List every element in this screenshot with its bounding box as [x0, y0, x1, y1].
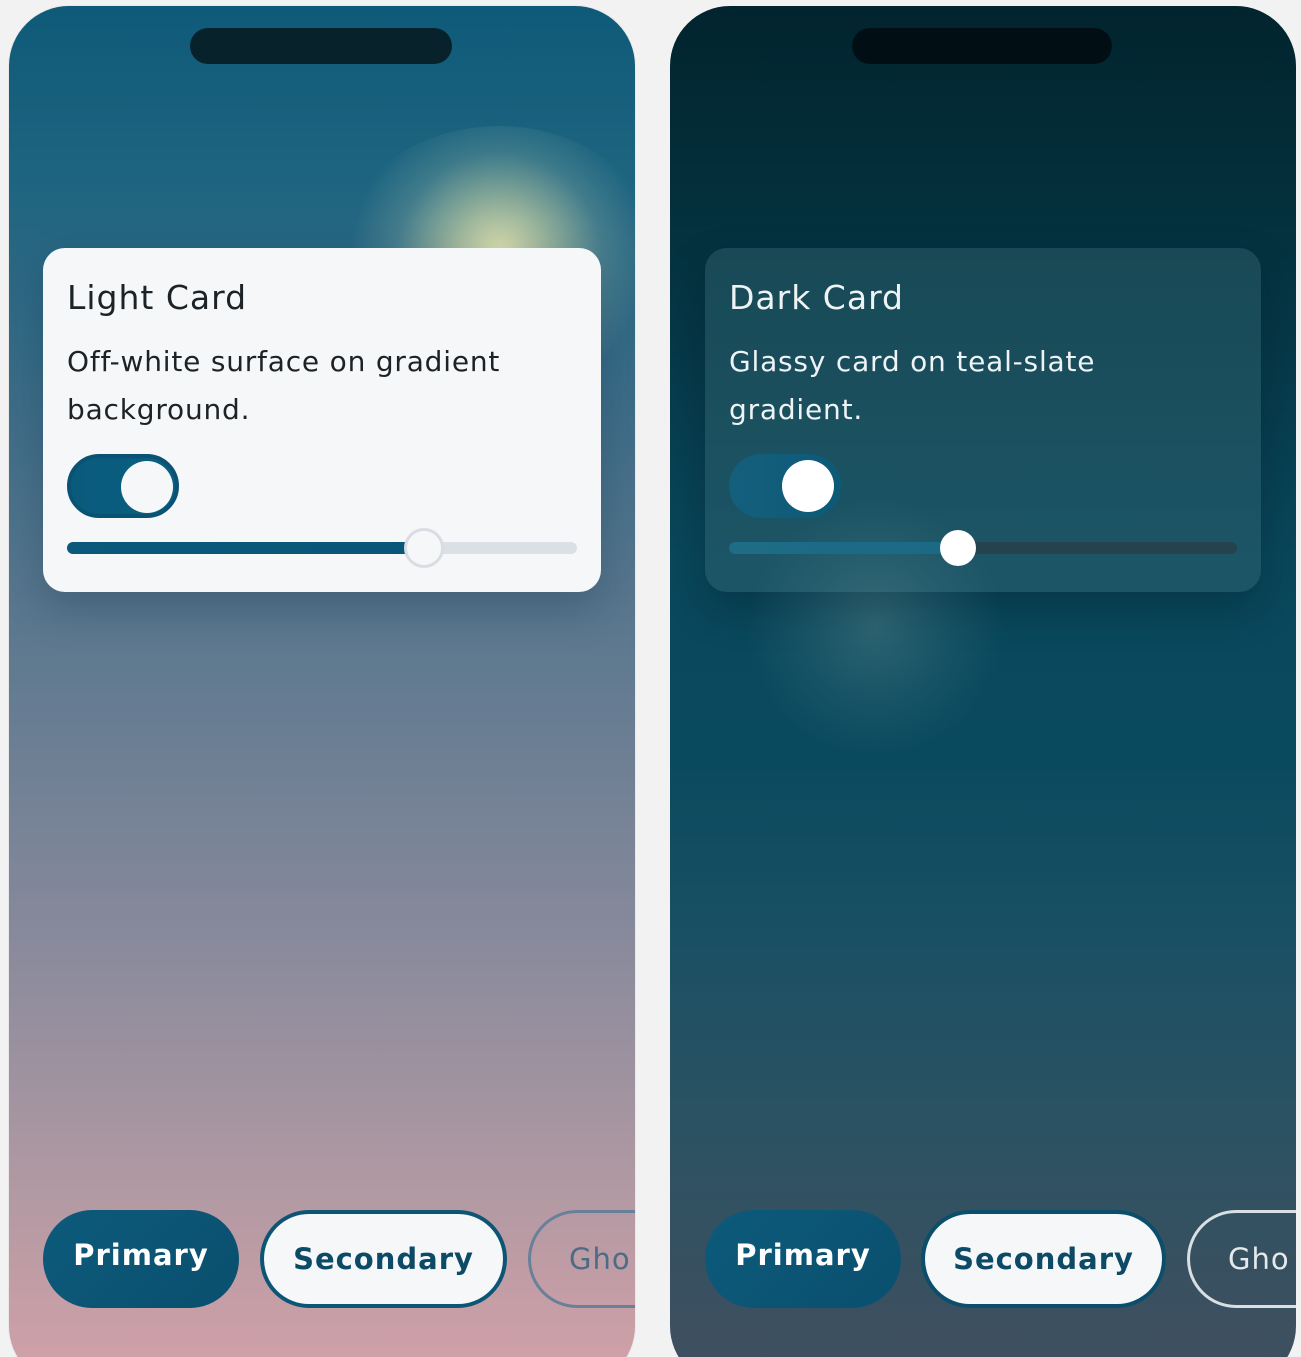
light-card-title: Light Card	[67, 278, 248, 317]
light-card-body: Off-white surface on gradient background…	[67, 345, 501, 426]
light-card: Light Card Off-white surface on gradient…	[43, 248, 601, 592]
dark-phone-mockup: Dark Card Glassy card on teal-slate grad…	[670, 6, 1296, 1357]
slider-fill	[67, 542, 424, 554]
primary-button[interactable]: Primary	[43, 1210, 239, 1308]
toggle-knob	[121, 461, 173, 513]
light-phone-mockup: Light Card Off-white surface on gradient…	[9, 6, 635, 1357]
light-card-slider[interactable]	[67, 528, 577, 568]
light-card-toggle[interactable]	[67, 454, 179, 518]
dark-card: Dark Card Glassy card on teal-slate grad…	[705, 248, 1261, 758]
preview-stage: Light Card Off-white surface on gradient…	[0, 0, 1301, 1357]
toggle-knob	[782, 460, 834, 512]
phone-notch	[190, 28, 452, 64]
slider-fill	[729, 542, 958, 554]
dark-card-title: Dark Card	[729, 278, 904, 317]
ghost-button[interactable]: Gho	[1187, 1210, 1296, 1308]
ghost-button[interactable]: Gho	[528, 1210, 635, 1308]
dark-card-toggle[interactable]	[729, 454, 841, 518]
secondary-button[interactable]: Secondary	[260, 1210, 507, 1308]
slider-thumb[interactable]	[404, 528, 444, 568]
slider-thumb[interactable]	[939, 530, 976, 566]
primary-button[interactable]: Primary	[705, 1210, 901, 1308]
phone-notch	[852, 28, 1112, 64]
secondary-button[interactable]: Secondary	[921, 1210, 1166, 1308]
dark-card-body: Glassy card on teal-slate gradient.	[729, 345, 1096, 426]
dark-card-slider[interactable]	[729, 530, 1237, 566]
